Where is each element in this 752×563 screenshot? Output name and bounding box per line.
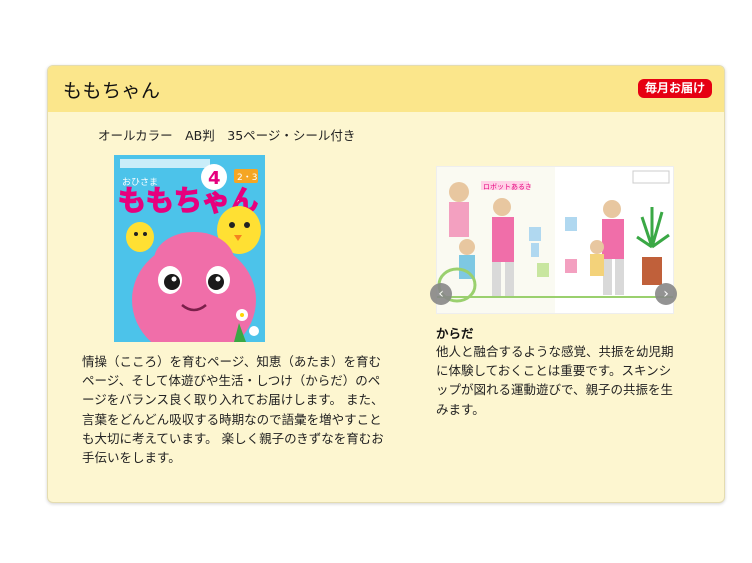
carousel-image-caption: ロボットあるき [483,183,532,191]
carousel-illustration: ロボットあるき [437,167,673,313]
product-description: 情操（こころ）を育むページ、知恵（あたま）を育むページ、そして体遊びや生活・しつ… [82,354,384,466]
carousel-next-button[interactable]: › [655,283,677,305]
monthly-delivery-badge: 毎月お届け [637,79,712,98]
carousel-image: ロボットあるき [436,166,674,314]
magazine-card: ももちゃん 毎月お届け オールカラー AB判 35ページ・シール付き おひさま … [47,65,725,503]
chevron-left-icon: ‹ [438,286,444,302]
chevron-right-icon: › [663,286,669,302]
section-title: からだ [436,326,474,341]
card-title: ももちゃん [63,80,161,102]
cover-illustration: おひさま 4 2・3 ももちゃん [114,155,265,342]
card-header: ももちゃん 毎月お届け [48,66,724,112]
cover-image: おひさま 4 2・3 ももちゃん [114,155,265,342]
cover-age-tag: 2・3 [237,173,257,183]
product-specs: オールカラー AB判 35ページ・シール付き [98,128,356,143]
section-body: 他人と融合するような感覚、共振を幼児期に体験しておくことは重要です。スキンシップ… [436,344,674,417]
carousel-prev-button[interactable]: ‹ [430,283,452,305]
